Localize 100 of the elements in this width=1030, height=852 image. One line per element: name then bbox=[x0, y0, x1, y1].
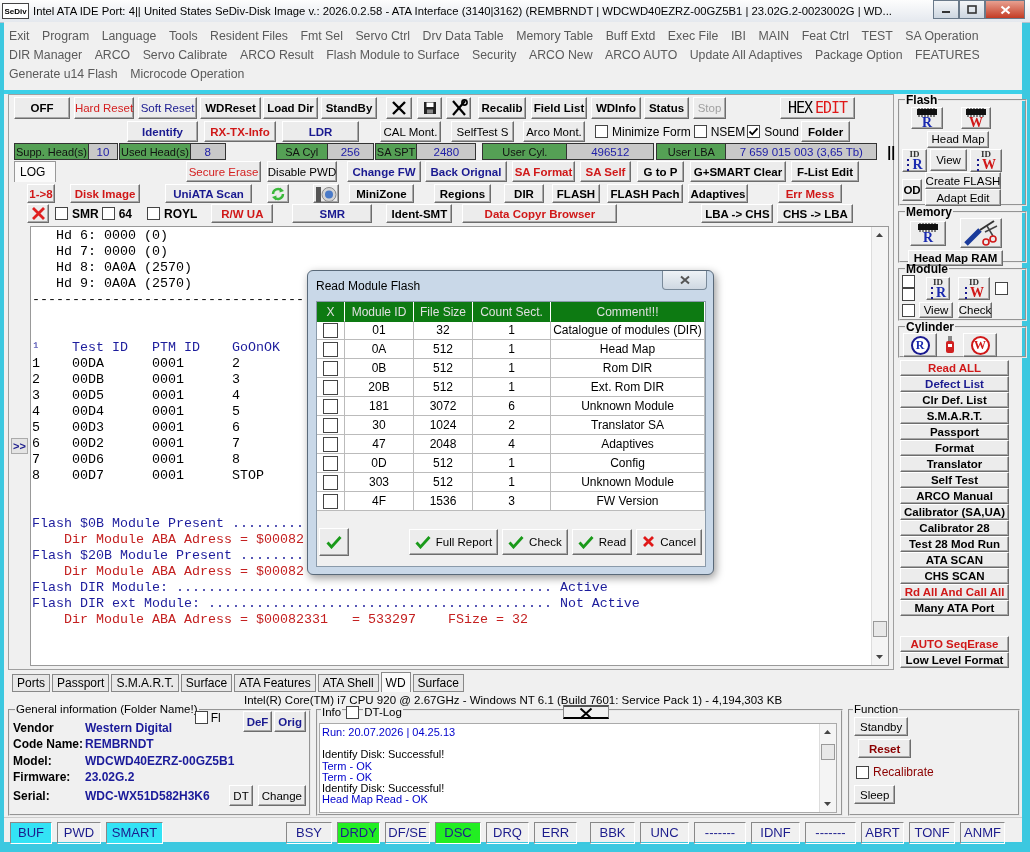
menu-item[interactable]: DIR Manager bbox=[9, 47, 83, 62]
toolbar-button[interactable]: DIR bbox=[504, 184, 544, 203]
toolbar-button[interactable]: Field List bbox=[531, 97, 587, 119]
action-button[interactable]: AUTO SeqErase bbox=[900, 636, 1009, 652]
checkbox[interactable] bbox=[595, 125, 608, 138]
menu-item[interactable]: MAIN bbox=[758, 28, 790, 43]
tab[interactable]: Surface bbox=[180, 674, 233, 692]
maximize-button[interactable] bbox=[959, 0, 985, 19]
toolbar-button[interactable]: OFF bbox=[14, 97, 70, 119]
action-button[interactable]: Format bbox=[900, 440, 1009, 456]
toolbar-button[interactable]: SelfTest S bbox=[451, 121, 514, 142]
checkbox[interactable] bbox=[323, 360, 338, 376]
toolbar-button[interactable]: WDReset bbox=[200, 97, 261, 119]
checkbox[interactable] bbox=[323, 455, 338, 471]
splitter-handle[interactable]: || bbox=[887, 143, 896, 160]
checkbox[interactable] bbox=[693, 125, 707, 138]
checkbox[interactable] bbox=[101, 207, 115, 220]
menu-item[interactable]: Exit bbox=[9, 28, 30, 43]
checkbox[interactable] bbox=[902, 288, 915, 301]
toolbar-button[interactable]: Hard Reset bbox=[74, 97, 134, 119]
create-flash-button[interactable]: Create FLASH bbox=[925, 172, 1001, 189]
checkbox[interactable] bbox=[323, 474, 338, 490]
menu-item[interactable]: ARCO AUTO bbox=[605, 47, 678, 62]
action-button[interactable]: ARCO Manual bbox=[900, 488, 1009, 504]
action-button[interactable]: ATA SCAN bbox=[900, 552, 1009, 568]
menu-item[interactable]: ARCO New bbox=[528, 47, 593, 62]
toolbar-button[interactable]: Adaptives bbox=[688, 184, 748, 203]
chip-button[interactable]: R bbox=[911, 107, 943, 129]
close-button[interactable] bbox=[563, 705, 609, 719]
scrollbar[interactable] bbox=[819, 724, 836, 812]
menu-item[interactable]: Resident Files bbox=[210, 28, 288, 43]
menu-item[interactable]: FEATURES bbox=[915, 47, 980, 62]
checkbox[interactable] bbox=[902, 275, 915, 288]
chip-button[interactable]: R bbox=[910, 220, 946, 246]
toolbar-button[interactable]: Ident-SMT bbox=[386, 204, 453, 223]
checkbox[interactable] bbox=[323, 493, 338, 509]
toolbar-button[interactable]: FLASH Pach bbox=[607, 184, 683, 203]
column-header[interactable]: Module ID bbox=[345, 302, 414, 322]
tab[interactable]: S.M.A.R.T. bbox=[111, 674, 179, 692]
toolbar-button[interactable]: Change FW bbox=[347, 161, 421, 182]
menu-item[interactable]: Update All Adaptives bbox=[689, 47, 803, 62]
toolbar-button[interactable]: Regions bbox=[434, 184, 491, 203]
id-button[interactable]: ID R bbox=[926, 276, 950, 300]
view-button[interactable]: View bbox=[930, 149, 967, 171]
column-header[interactable]: Count Sect. bbox=[473, 302, 551, 322]
action-button[interactable]: Translator bbox=[900, 456, 1009, 472]
adapt-edit-button[interactable]: Adapt Edit bbox=[925, 189, 1001, 206]
checkbox[interactable] bbox=[995, 281, 1008, 295]
toolbar-button[interactable]: LDR bbox=[282, 121, 359, 142]
dialog-button[interactable]: Cancel bbox=[636, 528, 702, 555]
tab[interactable]: ATA Features bbox=[234, 674, 316, 692]
menu-item[interactable]: Servo Calibrate bbox=[142, 47, 228, 62]
toolbar-button[interactable]: Recalib bbox=[478, 97, 526, 119]
checkbox[interactable] bbox=[323, 398, 338, 414]
menu-item[interactable]: Security bbox=[472, 47, 517, 62]
menu-item[interactable]: Servo Ctrl bbox=[355, 28, 411, 43]
toolbar-button[interactable]: Disk Image bbox=[70, 184, 140, 203]
menu-item[interactable]: Memory Table bbox=[516, 28, 594, 43]
hex-edit-button[interactable]: HEX EDIT bbox=[780, 97, 855, 119]
toolbar-button[interactable]: FLASH bbox=[552, 184, 600, 203]
column-header[interactable]: X bbox=[317, 302, 345, 322]
action-button[interactable]: Clr Def. List bbox=[900, 392, 1009, 408]
toolbar-button[interactable]: G+SMART Clear bbox=[690, 161, 786, 182]
action-button[interactable]: Defect List bbox=[900, 376, 1009, 392]
toolbar-button[interactable]: SA Format bbox=[512, 161, 575, 182]
checkbox[interactable] bbox=[147, 207, 161, 220]
toolbar-button[interactable]: SA Self bbox=[580, 161, 631, 182]
menu-item[interactable]: Buff Extd bbox=[605, 28, 656, 43]
minimize-button[interactable] bbox=[933, 0, 959, 19]
orig-button[interactable]: Orig bbox=[274, 711, 306, 732]
toolbar-button[interactable]: Identify bbox=[127, 121, 198, 142]
sleep-button[interactable]: Sleep bbox=[854, 785, 896, 804]
checkbox[interactable] bbox=[856, 765, 869, 779]
toolbar-button[interactable]: Err Mess bbox=[778, 184, 842, 203]
action-button[interactable]: Self Test bbox=[900, 472, 1009, 488]
checkbox[interactable] bbox=[323, 341, 338, 357]
toolbar-button[interactable]: Load Dir bbox=[263, 97, 318, 119]
confirm-button[interactable] bbox=[319, 527, 349, 556]
menu-item[interactable]: Package Option bbox=[815, 47, 903, 62]
toolbar-button[interactable]: SMR bbox=[292, 204, 373, 223]
menu-item[interactable]: Flash Module to Surface bbox=[326, 47, 460, 62]
toolbar-button[interactable]: UniATA Scan bbox=[165, 184, 252, 203]
scissors-button[interactable] bbox=[960, 218, 1002, 248]
refresh-button[interactable] bbox=[267, 184, 289, 203]
toolbar-button[interactable]: Arco Mont. bbox=[523, 121, 585, 142]
toolbar-button[interactable]: Status bbox=[644, 97, 689, 119]
id-button[interactable]: ID W bbox=[958, 276, 990, 300]
plug-icon[interactable] bbox=[945, 335, 955, 355]
action-button[interactable]: Calibrator 28 bbox=[900, 520, 1009, 536]
toolbar-button[interactable]: Data Copyr Browser bbox=[462, 204, 618, 223]
checkbox[interactable] bbox=[323, 436, 338, 452]
head-map-button[interactable]: Head Map bbox=[927, 130, 989, 148]
id-button[interactable]: ID W bbox=[970, 148, 1002, 172]
chip-button[interactable]: W bbox=[961, 107, 991, 129]
cylinder-button[interactable]: W bbox=[963, 333, 997, 357]
action-button[interactable]: CHS SCAN bbox=[900, 568, 1009, 584]
od-button[interactable]: OD bbox=[902, 179, 922, 201]
menu-item[interactable]: TEST bbox=[861, 28, 893, 43]
checkbox[interactable] bbox=[55, 207, 68, 220]
checkbox[interactable] bbox=[747, 125, 761, 138]
